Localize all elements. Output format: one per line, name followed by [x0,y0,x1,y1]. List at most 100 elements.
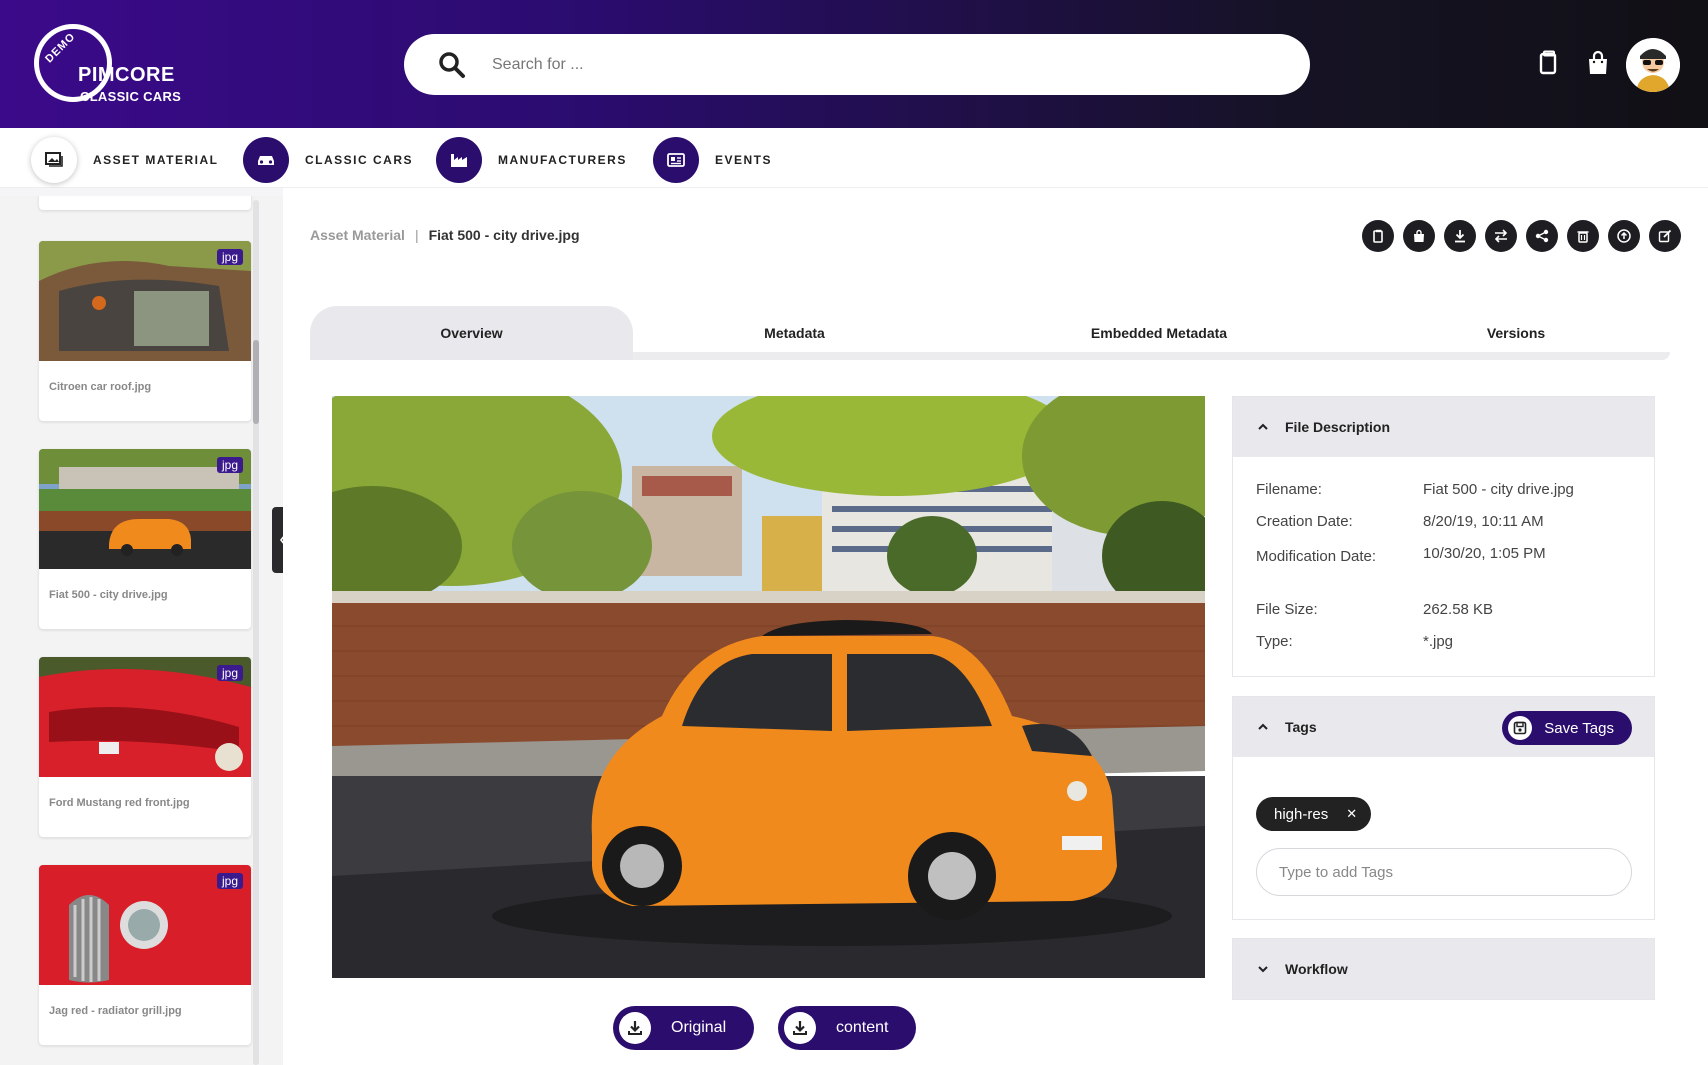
top-header: DEMO PIMCORE CLASSIC CARS [0,0,1708,128]
asset-actions-toolbar [1362,220,1681,252]
asset-card-label: Citroen car roof.jpg [49,381,152,393]
edit-icon[interactable] [1649,220,1681,252]
tag-chip: high-res ✕ [1256,797,1372,831]
download-label: content [836,1019,889,1036]
asset-thumbnail: jpg [39,657,251,777]
download-content-button[interactable]: content [778,1006,917,1050]
panel-title: Workflow [1285,961,1348,977]
asset-card-partial[interactable] [39,196,251,210]
asset-thumbnail: jpg [39,241,251,361]
nav-item-manufacturers[interactable]: MANUFACTURERS [436,137,627,183]
file-type-badge: jpg [216,249,243,265]
tab-label: Overview [440,325,503,341]
fiat-500-illustration [332,396,1205,978]
sidebar-scrollbar[interactable] [253,200,259,1065]
breadcrumb-separator: | [414,227,419,243]
search-input[interactable] [492,46,1272,84]
car-icon [243,137,289,183]
panel-title: File Description [1285,419,1391,435]
avatar-illustration [1626,38,1680,92]
asset-card[interactable]: jpg Ford Mustang red front.jpg [39,657,251,837]
download-icon [619,1012,651,1044]
info-label: File Size: [1256,601,1318,618]
asset-card[interactable]: jpg Citroen car roof.jpg [39,241,251,421]
panel-title: Tags [1285,719,1317,735]
file-type-badge: jpg [216,665,243,681]
search-bar [404,34,1310,95]
swap-icon[interactable] [1485,220,1517,252]
nav-label: ASSET MATERIAL [93,153,219,167]
info-value: 8/20/19, 10:11 AM [1423,513,1544,530]
file-type-badge: jpg [216,873,243,889]
file-description-panel: File Description Filename: Fiat 500 - ci… [1232,396,1655,677]
tag-input[interactable] [1256,848,1632,896]
tab-versions[interactable]: Versions [1362,306,1670,360]
chevron-up-icon [1258,723,1268,730]
download-icon[interactable] [1444,220,1476,252]
save-icon [1508,716,1533,740]
tags-panel: Tags Save Tags high-res ✕ [1232,696,1655,920]
tab-label: Metadata [764,325,825,341]
breadcrumb-parent[interactable]: Asset Material [310,227,405,243]
tags-header[interactable]: Tags Save Tags [1233,697,1654,757]
logo-sub-text: CLASSIC CARS [80,89,182,104]
newspaper-icon [653,137,699,183]
tag-chip-label: high-res [1274,805,1329,823]
nav-label: EVENTS [715,153,773,167]
info-value: 10/30/20, 1:05 PM [1423,545,1546,562]
nav-label: MANUFACTURERS [498,153,627,167]
download-icon [784,1012,816,1044]
save-tags-label: Save Tags [1544,719,1614,737]
asset-thumbnail: jpg [39,449,251,569]
nav-item-classic-cars[interactable]: CLASSIC CARS [243,137,413,183]
copy-icon[interactable] [1362,220,1394,252]
upload-icon[interactable] [1608,220,1640,252]
breadcrumb: Asset Material | Fiat 500 - city drive.j… [310,227,580,243]
asset-preview-image[interactable] [332,396,1205,978]
tab-embedded-metadata[interactable]: Embedded Metadata [956,306,1362,360]
trash-icon[interactable] [1567,220,1599,252]
asset-card-label: Fiat 500 - city drive.jpg [49,589,168,601]
tab-label: Versions [1486,325,1546,341]
remove-tag-icon[interactable]: ✕ [1346,806,1357,822]
download-label: Original [671,1019,727,1036]
nav-item-events[interactable]: EVENTS [653,137,772,183]
clipboard-icon[interactable] [1535,50,1561,76]
asset-thumbnail: jpg [39,865,251,985]
save-tags-button[interactable]: Save Tags [1502,711,1632,745]
asset-card-label: Ford Mustang red front.jpg [49,797,190,809]
info-label: Filename: [1256,481,1322,498]
share-icon[interactable] [1526,220,1558,252]
breadcrumb-current: Fiat 500 - city drive.jpg [428,227,580,243]
search-icon[interactable] [438,51,466,79]
factory-icon [436,137,482,183]
bag-icon[interactable] [1403,220,1435,252]
tab-label: Embedded Metadata [1090,325,1228,341]
info-value: Fiat 500 - city drive.jpg [1423,481,1574,498]
asset-sidebar: jpg Citroen car roof.jpg jpg Fiat 500 - … [0,196,283,1065]
asset-card[interactable]: jpg Jag red - radiator grill.jpg [39,865,251,1045]
info-label: Type: [1256,633,1293,650]
asset-card-selected[interactable]: jpg Fiat 500 - city drive.jpg [39,449,251,629]
info-value: *.jpg [1423,633,1454,650]
sidebar-scrollbar-thumb[interactable] [253,340,259,424]
info-value: 262.58 KB [1423,601,1494,618]
workflow-panel: Workflow [1232,938,1655,1000]
nav-item-asset-material[interactable]: ASSET MATERIAL [31,137,218,183]
shopping-bag-icon[interactable] [1585,50,1611,76]
file-type-badge: jpg [216,457,243,473]
user-avatar[interactable] [1626,38,1680,92]
tab-overview[interactable]: Overview [310,306,633,360]
asset-card-label: Jag red - radiator grill.jpg [49,1005,182,1017]
logo-brand-text: PIMCORE [78,64,175,86]
info-label: Creation Date: [1256,513,1353,530]
workflow-header[interactable]: Workflow [1233,939,1654,999]
pimcore-logo[interactable]: DEMO PIMCORE CLASSIC CARS [34,24,184,106]
file-description-header[interactable]: File Description [1233,397,1654,457]
tab-metadata[interactable]: Metadata [633,306,956,360]
image-gallery-icon [31,137,77,183]
asset-tabs: Overview Metadata Embedded Metadata Vers… [310,306,1670,360]
chevron-up-icon [1258,423,1268,430]
main-navigation: ASSET MATERIAL CLASSIC CARS MANUFACTURER… [0,128,1708,188]
download-original-button[interactable]: Original [613,1006,755,1050]
